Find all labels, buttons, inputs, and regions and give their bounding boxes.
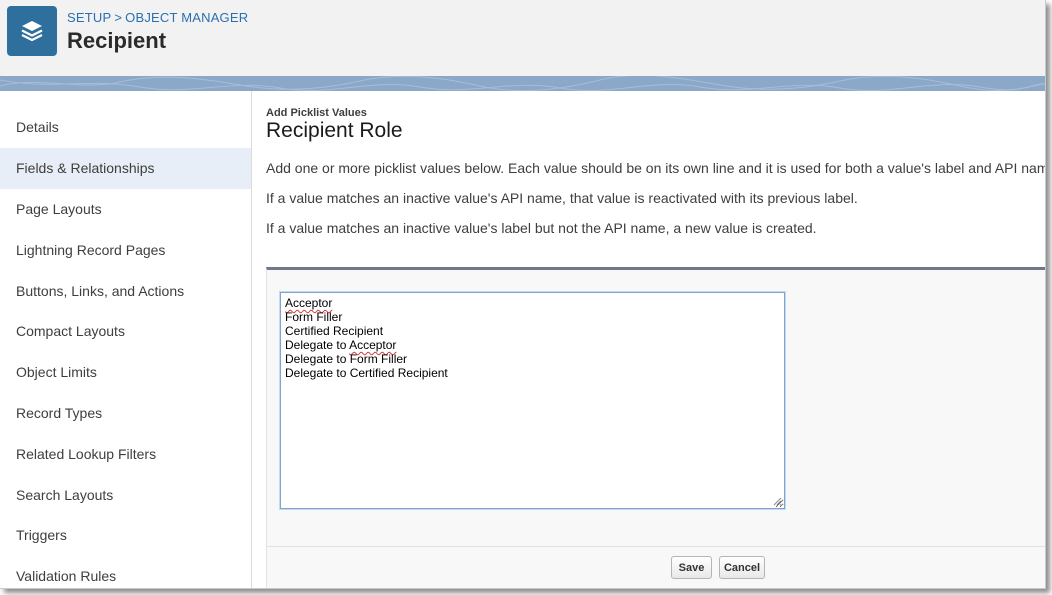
button-bar: Save Cancel: [267, 546, 1045, 588]
sidebar-item-label: Related Lookup Filters: [16, 445, 157, 462]
picklist-value-line: Delegate to Form Filler: [285, 352, 408, 366]
picklist-value-text: Acceptor: [285, 296, 333, 310]
picklist-title: Recipient Role: [266, 119, 403, 142]
sidebar-item-fields-relationships[interactable]: Fields & Relationships: [0, 147, 251, 189]
sidebar-item-label: Search Layouts: [16, 486, 114, 503]
instruction-text: If a value matches an inactive value's l…: [266, 220, 817, 236]
instruction-text: Add one or more picklist values below. E…: [266, 160, 1046, 176]
cancel-button[interactable]: Cancel: [719, 556, 765, 579]
sidebar-item-label: Object Limits: [16, 364, 97, 381]
sidebar-item-label: Record Types: [16, 404, 103, 421]
picklist-value-line: Certified Recipient: [285, 324, 384, 338]
sidebar-item-details[interactable]: Details: [0, 107, 251, 148]
sidebar-item-record-types[interactable]: Record Types: [0, 393, 251, 434]
picklist-value-line: Acceptor: [285, 296, 780, 310]
breadcrumb-separator: >: [114, 10, 123, 25]
sidebar-item-validation-rules[interactable]: Validation Rules: [0, 556, 251, 588]
sidebar-item-search-layouts[interactable]: Search Layouts: [0, 474, 251, 515]
picklist-entry-panel: Acceptor Form Filler Certified Recipient…: [266, 267, 1045, 588]
sidebar-item-label: Buttons, Links, and Actions: [16, 282, 185, 299]
sidebar-item-lightning-record-pages[interactable]: Lightning Record Pages: [0, 229, 251, 270]
section-eyebrow: Add Picklist Values: [266, 107, 367, 119]
sidebar-item-label: Compact Layouts: [16, 323, 125, 340]
sidebar-item-object-limits[interactable]: Object Limits: [0, 352, 251, 393]
picklist-value-text: Delegate to Acceptor: [285, 338, 397, 352]
sidebar-item-page-layouts[interactable]: Page Layouts: [0, 189, 251, 230]
sidebar-item-label: Page Layouts: [16, 200, 102, 217]
decorative-band: [0, 74, 1045, 92]
breadcrumb-object-manager[interactable]: OBJECT MANAGER: [125, 10, 248, 25]
sidebar-item-triggers[interactable]: Triggers: [0, 515, 251, 556]
layers-icon: [7, 6, 57, 56]
page-title: Recipient: [67, 28, 167, 53]
resize-handle-icon[interactable]: [773, 497, 782, 506]
save-button[interactable]: Save: [671, 556, 712, 579]
sidebar-item-related-lookup-filters[interactable]: Related Lookup Filters: [0, 433, 251, 474]
picklist-values-textarea[interactable]: Acceptor Form Filler Certified Recipient…: [280, 292, 785, 509]
sidebar-item-buttons-links-actions[interactable]: Buttons, Links, and Actions: [0, 270, 251, 311]
sidebar-item-label: Lightning Record Pages: [16, 241, 166, 258]
sidebar-item-label: Validation Rules: [16, 568, 117, 585]
page-header: SETUP > OBJECT MANAGER Recipient: [0, 0, 1045, 76]
sidebar-item-label: Fields & Relationships: [16, 160, 155, 177]
sidebar: Details Fields & Relationships Page Layo…: [0, 91, 252, 588]
breadcrumb: SETUP > OBJECT MANAGER: [67, 10, 248, 25]
sidebar-item-compact-layouts[interactable]: Compact Layouts: [0, 311, 251, 352]
picklist-value-line: Delegate to Certified Recipient: [285, 366, 448, 380]
picklist-value-line: Delegate to Acceptor: [285, 338, 780, 352]
sidebar-item-label: Triggers: [16, 527, 67, 544]
sidebar-item-label: Details: [16, 119, 59, 136]
breadcrumb-setup[interactable]: SETUP: [67, 10, 111, 25]
picklist-value-line: Form Filler: [285, 310, 343, 324]
main-content: Add Picklist Values Recipient Role Add o…: [253, 91, 1046, 588]
instruction-text: If a value matches an inactive value's A…: [266, 190, 858, 206]
app-window: SETUP > OBJECT MANAGER Recipient Details F…: [0, 0, 1046, 589]
